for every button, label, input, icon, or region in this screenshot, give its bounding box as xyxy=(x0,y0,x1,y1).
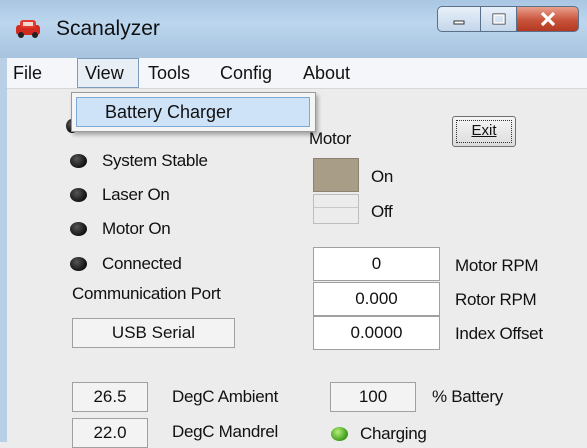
window-frame xyxy=(0,58,7,442)
motor-off-label: Off xyxy=(371,202,393,221)
mandrel-temp-label: DegC Mandrel xyxy=(172,422,279,441)
status-label-connected: Connected xyxy=(102,254,182,273)
motor-off-toggle[interactable] xyxy=(313,194,359,224)
minimize-icon xyxy=(453,20,465,25)
motor-on-toggle[interactable] xyxy=(313,158,359,192)
motor-rpm-value: 0 xyxy=(371,254,382,273)
menu-bar: File View Tools Config About xyxy=(7,58,587,89)
menu-view[interactable]: View xyxy=(85,63,124,84)
title-bar: Scanalyzer xyxy=(0,0,587,58)
ambient-temp-field: 26.5 xyxy=(72,382,148,412)
battery-field: 100 xyxy=(330,382,416,412)
charging-label: Charging xyxy=(360,424,427,443)
index-offset-label: Index Offset xyxy=(455,324,543,343)
menu-tools[interactable]: Tools xyxy=(148,63,190,84)
exit-button[interactable]: Exit xyxy=(452,116,516,147)
status-label-system-stable: System Stable xyxy=(102,151,208,170)
status-led-motor-on xyxy=(70,222,87,236)
menu-item-battery-charger[interactable]: Battery Charger xyxy=(76,97,310,127)
red-car-icon xyxy=(16,20,40,38)
rotor-rpm-label: Rotor RPM xyxy=(455,290,537,309)
ambient-temp-value: 26.5 xyxy=(93,387,127,406)
mandrel-temp-field: 22.0 xyxy=(72,418,148,448)
window-title: Scanalyzer xyxy=(56,17,160,40)
maximize-icon xyxy=(492,13,505,25)
menu-about[interactable]: About xyxy=(303,63,350,84)
status-label-motor-on: Motor On xyxy=(102,219,171,238)
menu-file[interactable]: File xyxy=(13,63,42,84)
motor-rpm-label: Motor RPM xyxy=(455,256,539,275)
index-offset-field: 0.0000 xyxy=(313,316,440,350)
communication-port-label: Communication Port xyxy=(72,284,221,303)
communication-port-field[interactable]: USB Serial xyxy=(72,318,235,348)
battery-value: 100 xyxy=(358,387,388,406)
close-button[interactable] xyxy=(517,6,579,32)
exit-button-label: Exit xyxy=(471,122,497,139)
rotor-rpm-field: 0.000 xyxy=(313,282,440,316)
ambient-temp-label: DegC Ambient xyxy=(172,387,279,406)
motor-label: Motor xyxy=(309,129,351,148)
status-led-system-stable xyxy=(70,154,87,168)
status-led-laser-on xyxy=(70,188,87,202)
maximize-button[interactable] xyxy=(481,6,517,32)
menu-config[interactable]: Config xyxy=(220,63,272,84)
rotor-rpm-value: 0.000 xyxy=(355,289,398,308)
view-menu-dropdown: Battery Charger xyxy=(71,92,316,132)
status-led-connected xyxy=(70,257,87,271)
communication-port-value: USB Serial xyxy=(111,323,196,342)
menu-item-battery-charger-label: Battery Charger xyxy=(105,102,233,122)
motor-rpm-field: 0 xyxy=(313,247,440,281)
motor-on-label: On xyxy=(371,167,394,186)
battery-label: % Battery xyxy=(432,387,503,406)
status-label-laser-on: Laser On xyxy=(102,185,170,204)
charging-led xyxy=(331,427,348,441)
mandrel-temp-value: 22.0 xyxy=(93,423,127,442)
index-offset-value: 0.0000 xyxy=(350,323,403,342)
minimize-button[interactable] xyxy=(437,6,481,32)
close-icon xyxy=(540,11,555,27)
